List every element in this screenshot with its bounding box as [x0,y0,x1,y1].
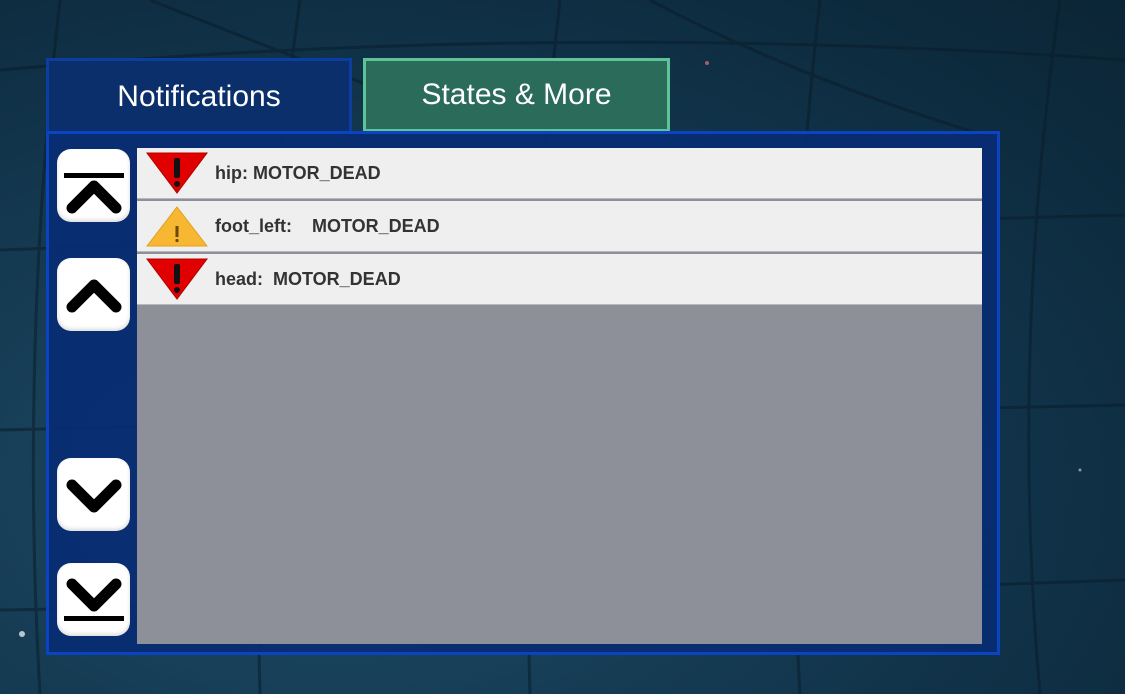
scroll-down-button[interactable] [57,458,130,531]
scroll-to-top-button[interactable] [57,149,130,222]
notification-row[interactable]: head: MOTOR_DEAD [137,254,982,305]
notification-row[interactable]: hip: MOTOR_DEAD [137,148,982,199]
error-triangle-icon [145,148,209,199]
notification-text: foot_left: MOTOR_DEAD [215,215,440,236]
warning-triangle-icon [145,201,209,252]
scroll-to-bottom-button[interactable] [57,563,130,636]
tab-states-and-more-label: States & More [421,78,612,111]
tab-notifications-label: Notifications [117,79,281,113]
error-triangle-icon [145,254,209,305]
notification-text: hip: MOTOR_DEAD [215,162,381,183]
scroll-down-icon [66,479,121,512]
notification-text: head: MOTOR_DEAD [215,268,401,289]
scroll-up-icon [66,279,121,312]
tab-states-and-more[interactable]: States & More [363,58,670,132]
notification-row[interactable]: foot_left: MOTOR_DEAD [137,201,982,252]
scroll-to-bottom-icon [63,578,124,621]
scroll-to-top-icon [63,172,124,213]
tab-notifications[interactable]: Notifications [46,58,352,132]
notification-list[interactable]: hip: MOTOR_DEAD foot_left: MOTOR_DEAD he… [137,148,982,644]
scroll-up-button[interactable] [57,258,130,331]
